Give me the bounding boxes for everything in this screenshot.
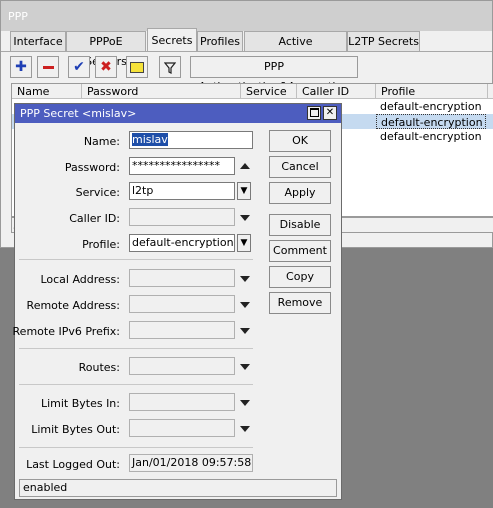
table-row-profile[interactable]: default-encryption xyxy=(376,129,486,144)
remote-address-field[interactable] xyxy=(129,295,235,313)
x-icon: ✖ xyxy=(100,59,112,75)
expand-arrow-icon[interactable] xyxy=(240,364,250,370)
enable-button[interactable]: ✔ xyxy=(68,56,90,78)
comment-button[interactable]: Comment xyxy=(269,240,331,262)
caller-id-field[interactable] xyxy=(129,208,235,226)
limit-bytes-out-field[interactable] xyxy=(129,419,235,437)
dialog-status-bar: enabled xyxy=(19,479,337,497)
table-row-profile[interactable]: default-encryption xyxy=(376,99,486,114)
remove-button[interactable] xyxy=(37,56,59,78)
plus-icon: ✚ xyxy=(15,59,27,75)
column-header-profile[interactable]: Profile xyxy=(376,84,488,99)
limit-bytes-in-label: Limit Bytes In: xyxy=(40,397,120,410)
add-button[interactable]: ✚ xyxy=(10,56,32,78)
cancel-button[interactable]: Cancel xyxy=(269,156,331,178)
filter-icon xyxy=(163,61,177,74)
local-address-label: Local Address: xyxy=(40,273,120,286)
tab-interface[interactable]: Interface xyxy=(10,31,66,51)
tab-profiles[interactable]: Profiles xyxy=(197,31,243,51)
tab-active-connections[interactable]: Active Connections xyxy=(244,31,347,68)
expand-arrow-icon[interactable] xyxy=(240,302,250,308)
separator xyxy=(19,384,253,385)
service-dropdown-button[interactable]: ▼ xyxy=(237,182,251,200)
tab-l2tp-secrets[interactable]: L2TP Secrets xyxy=(347,31,420,51)
separator xyxy=(19,259,253,260)
expand-arrow-icon[interactable] xyxy=(240,426,250,432)
profile-select[interactable]: default-encryption xyxy=(129,234,235,252)
routes-field[interactable] xyxy=(129,357,235,375)
comment-button[interactable] xyxy=(126,56,148,78)
local-address-field[interactable] xyxy=(129,269,235,287)
service-select[interactable]: l2tp xyxy=(129,182,235,200)
column-header-name[interactable]: Name xyxy=(12,84,82,99)
dialog-title: PPP Secret <mislav> xyxy=(20,107,137,120)
name-value: mislav xyxy=(132,133,168,146)
remove-button[interactable]: Remove xyxy=(269,292,331,314)
maximize-icon xyxy=(309,107,319,117)
remote-address-label: Remote Address: xyxy=(26,299,120,312)
dialog-titlebar[interactable]: PPP Secret <mislav> ✕ xyxy=(15,104,341,123)
limit-bytes-in-field[interactable] xyxy=(129,393,235,411)
expand-arrow-icon[interactable] xyxy=(240,276,250,282)
close-icon: ✕ xyxy=(325,107,335,118)
name-label: Name: xyxy=(83,135,120,148)
column-header-caller-id[interactable]: Caller ID xyxy=(297,84,376,99)
tab-divider xyxy=(1,51,492,52)
table-row-profile[interactable]: default-encryption xyxy=(376,114,486,129)
last-logged-out-value: Jan/01/2018 09:57:58 xyxy=(129,454,253,472)
dropdown-arrow-icon: ▼ xyxy=(240,238,248,248)
maximize-button[interactable] xyxy=(307,106,321,120)
tab-pppoe-servers[interactable]: PPPoE Servers xyxy=(66,31,146,68)
collapse-arrow-icon[interactable] xyxy=(240,163,250,169)
name-field[interactable]: mislav xyxy=(129,131,253,149)
close-button[interactable]: ✕ xyxy=(323,106,337,120)
check-icon: ✔ xyxy=(73,59,85,75)
column-header-service[interactable]: Service xyxy=(241,84,297,99)
tab-secrets[interactable]: Secrets xyxy=(147,28,197,51)
minus-icon xyxy=(42,65,54,69)
ppp-titlebar: PPP xyxy=(1,1,492,31)
expand-arrow-icon[interactable] xyxy=(240,215,250,221)
limit-bytes-out-label: Limit Bytes Out: xyxy=(31,423,120,436)
remote-ipv6-prefix-label: Remote IPv6 Prefix: xyxy=(12,325,120,338)
expand-arrow-icon[interactable] xyxy=(240,400,250,406)
profile-dropdown-button[interactable]: ▼ xyxy=(237,234,251,252)
remote-ipv6-prefix-field[interactable] xyxy=(129,321,235,339)
ok-button[interactable]: OK xyxy=(269,130,331,152)
caller-id-label: Caller ID: xyxy=(69,212,120,225)
password-label: Password: xyxy=(64,161,120,174)
column-header-l[interactable]: L xyxy=(488,84,493,99)
separator xyxy=(19,348,253,349)
window-title: PPP xyxy=(8,10,28,23)
password-field[interactable]: **************** xyxy=(129,157,235,175)
ppp-secret-dialog: PPP Secret <mislav> ✕ Name: mislav Passw… xyxy=(13,103,342,500)
separator xyxy=(19,447,253,448)
apply-button[interactable]: Apply xyxy=(269,182,331,204)
filter-button[interactable] xyxy=(159,56,181,78)
profile-label: Profile: xyxy=(82,238,120,251)
dropdown-arrow-icon: ▼ xyxy=(240,186,248,196)
routes-label: Routes: xyxy=(78,361,120,374)
note-icon xyxy=(130,61,144,73)
disable-button[interactable]: ✖ xyxy=(95,56,117,78)
column-header-password[interactable]: Password xyxy=(82,84,241,99)
last-logged-out-label: Last Logged Out: xyxy=(26,458,120,471)
service-label: Service: xyxy=(75,186,120,199)
ppp-auth-accounting-button[interactable]: PPP Authentication&Accounting xyxy=(190,56,358,93)
disable-button[interactable]: Disable xyxy=(269,214,331,236)
expand-arrow-icon[interactable] xyxy=(240,328,250,334)
copy-button[interactable]: Copy xyxy=(269,266,331,288)
